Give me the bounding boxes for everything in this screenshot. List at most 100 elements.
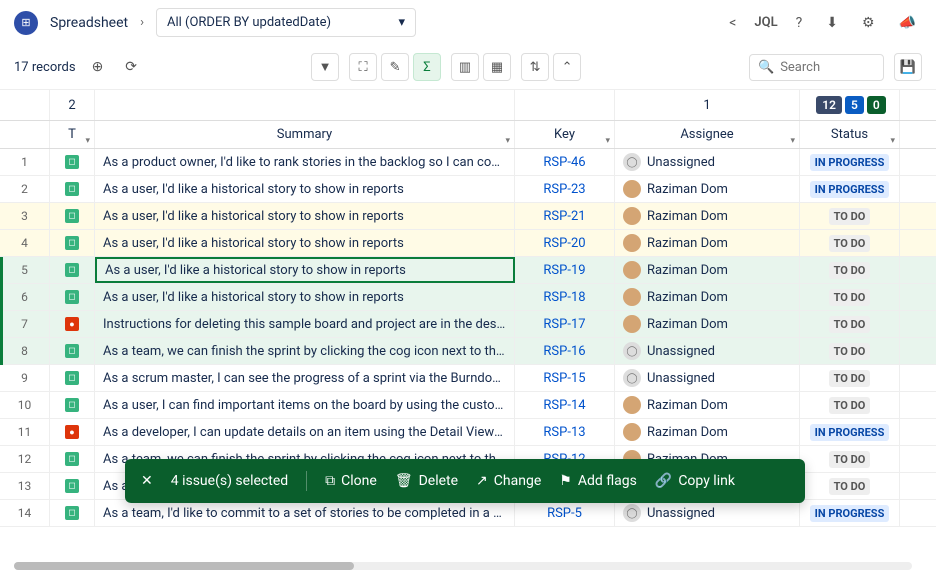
cell-key[interactable]: RSP-15 xyxy=(515,365,615,391)
cell-status[interactable]: TO DO xyxy=(800,311,900,337)
col-assignee[interactable]: Assignee▾ xyxy=(615,121,800,148)
collapse-button[interactable]: ⌃ xyxy=(553,53,581,81)
cell-assignee[interactable]: Raziman Dom xyxy=(615,284,800,310)
scrollbar[interactable] xyxy=(14,562,912,570)
cell-assignee[interactable]: Raziman Dom xyxy=(615,392,800,418)
cell-key[interactable]: RSP-20 xyxy=(515,230,615,256)
table-row[interactable]: 11●As a developer, I can update details … xyxy=(0,419,936,446)
cell-type[interactable]: ◻ xyxy=(50,203,95,229)
cell-key[interactable]: RSP-14 xyxy=(515,392,615,418)
search-input[interactable] xyxy=(780,60,875,75)
cell-summary[interactable]: As a user, I'd like a historical story t… xyxy=(95,176,515,202)
col-key[interactable]: Key▾ xyxy=(515,121,615,148)
cell-status[interactable]: TO DO xyxy=(800,257,900,283)
cell-type[interactable]: ◻ xyxy=(50,338,95,364)
change-button[interactable]: ↗Change xyxy=(476,473,541,489)
cell-status[interactable]: TO DO xyxy=(800,473,900,499)
cell-status[interactable]: TO DO xyxy=(800,365,900,391)
cell-key[interactable]: RSP-19 xyxy=(515,257,615,283)
cell-summary[interactable]: As a user, I'd like a historical story t… xyxy=(95,230,515,256)
header-group-b[interactable]: 1 xyxy=(615,90,800,120)
hierarchy-button[interactable]: ⇅ xyxy=(521,53,549,81)
cell-summary[interactable]: As a team, we can finish the sprint by c… xyxy=(95,338,515,364)
col-status[interactable]: Status▾ xyxy=(800,121,900,148)
header-group-a[interactable]: 2 xyxy=(50,90,95,120)
col-rownum[interactable] xyxy=(0,121,50,148)
table-row[interactable]: 3◻As a user, I'd like a historical story… xyxy=(0,203,936,230)
cell-type[interactable]: ● xyxy=(50,311,95,337)
table-row[interactable]: 6◻As a user, I'd like a historical story… xyxy=(0,284,936,311)
cell-type[interactable]: ◻ xyxy=(50,365,95,391)
sum-button[interactable]: Σ xyxy=(413,53,441,81)
cell-type[interactable]: ◻ xyxy=(50,284,95,310)
scrollbar-thumb[interactable] xyxy=(14,562,354,570)
jql-button[interactable]: JQL xyxy=(754,15,777,30)
cell-type[interactable]: ● xyxy=(50,419,95,445)
col-type[interactable]: T▾ xyxy=(50,121,95,148)
cell-summary[interactable]: As a user, I'd like a historical story t… xyxy=(95,284,515,310)
close-icon[interactable]: ✕ xyxy=(141,473,153,489)
help-icon[interactable]: ? xyxy=(790,11,809,35)
clone-button[interactable]: ⧉Clone xyxy=(325,473,377,489)
cell-assignee[interactable]: ◯Unassigned xyxy=(615,338,800,364)
table-row[interactable]: 14◻As a team, I'd like to commit to a se… xyxy=(0,500,936,527)
flag-button[interactable]: ⚑Add flags xyxy=(559,473,637,489)
cell-assignee[interactable]: ◯Unassigned xyxy=(615,500,800,526)
cell-key[interactable]: RSP-5 xyxy=(515,500,615,526)
delete-button[interactable]: 🗑Delete xyxy=(395,473,458,489)
table-row[interactable]: 9◻As a scrum master, I can see the progr… xyxy=(0,365,936,392)
columns-button[interactable]: ▥ xyxy=(451,53,479,81)
cell-assignee[interactable]: Raziman Dom xyxy=(615,311,800,337)
cell-key[interactable]: RSP-17 xyxy=(515,311,615,337)
view-selector[interactable]: All (ORDER BY updatedDate) ▾ xyxy=(156,8,416,37)
filter-button[interactable]: ▼ xyxy=(311,53,339,81)
table-row[interactable]: 5◻As a user, I'd like a historical story… xyxy=(0,257,936,284)
table-row[interactable]: 4◻As a user, I'd like a historical story… xyxy=(0,230,936,257)
cell-assignee[interactable]: Raziman Dom xyxy=(615,419,800,445)
cell-key[interactable]: RSP-23 xyxy=(515,176,615,202)
cell-summary[interactable]: As a user, I'd like a historical story t… xyxy=(95,203,515,229)
cell-type[interactable]: ◻ xyxy=(50,473,95,499)
cell-assignee[interactable]: Raziman Dom xyxy=(615,176,800,202)
announce-icon[interactable]: 📣 xyxy=(893,11,922,35)
download-icon[interactable]: ⬇ xyxy=(820,11,844,35)
cell-assignee[interactable]: Raziman Dom xyxy=(615,257,800,283)
cell-type[interactable]: ◻ xyxy=(50,257,95,283)
cell-status[interactable]: TO DO xyxy=(800,284,900,310)
cell-assignee[interactable]: Raziman Dom xyxy=(615,203,800,229)
cell-summary[interactable]: As a product owner, I'd like to rank sto… xyxy=(95,149,515,175)
cell-type[interactable]: ◻ xyxy=(50,446,95,472)
cell-summary[interactable]: As a developer, I can update details on … xyxy=(95,419,515,445)
cell-summary[interactable]: As a scrum master, I can see the progres… xyxy=(95,365,515,391)
table-row[interactable]: 1◻As a product owner, I'd like to rank s… xyxy=(0,149,936,176)
table-row[interactable]: 2◻As a user, I'd like a historical story… xyxy=(0,176,936,203)
cell-key[interactable]: RSP-46 xyxy=(515,149,615,175)
table-row[interactable]: 7●Instructions for deleting this sample … xyxy=(0,311,936,338)
cell-status[interactable]: IN PROGRESS xyxy=(800,176,900,202)
add-icon[interactable]: ⊕ xyxy=(86,55,110,79)
table-row[interactable]: 8◻As a team, we can finish the sprint by… xyxy=(0,338,936,365)
cell-type[interactable]: ◻ xyxy=(50,149,95,175)
cell-key[interactable]: RSP-13 xyxy=(515,419,615,445)
gear-icon[interactable]: ⚙ xyxy=(856,11,881,35)
cell-status[interactable]: IN PROGRESS xyxy=(800,500,900,526)
cell-status[interactable]: TO DO xyxy=(800,392,900,418)
table-row[interactable]: 10◻As a user, I can find important items… xyxy=(0,392,936,419)
expand-button[interactable]: ⛶ xyxy=(349,53,377,81)
save-button[interactable]: 💾 xyxy=(894,53,922,81)
cell-type[interactable]: ◻ xyxy=(50,392,95,418)
cell-type[interactable]: ◻ xyxy=(50,176,95,202)
cell-type[interactable]: ◻ xyxy=(50,230,95,256)
breadcrumb[interactable]: Spreadsheet xyxy=(50,15,128,31)
cell-assignee[interactable]: ◯Unassigned xyxy=(615,365,800,391)
cell-status[interactable]: TO DO xyxy=(800,230,900,256)
cell-summary[interactable]: As a user, I can find important items on… xyxy=(95,392,515,418)
share-icon[interactable]: < xyxy=(723,11,742,35)
cell-key[interactable]: RSP-21 xyxy=(515,203,615,229)
search-box[interactable]: 🔍 xyxy=(749,54,884,81)
app-logo[interactable]: ⊞ xyxy=(14,11,38,35)
col-summary[interactable]: Summary▾ xyxy=(95,121,515,148)
cell-assignee[interactable]: ◯Unassigned xyxy=(615,149,800,175)
edit-button[interactable]: ✎ xyxy=(381,53,409,81)
cell-key[interactable]: RSP-18 xyxy=(515,284,615,310)
